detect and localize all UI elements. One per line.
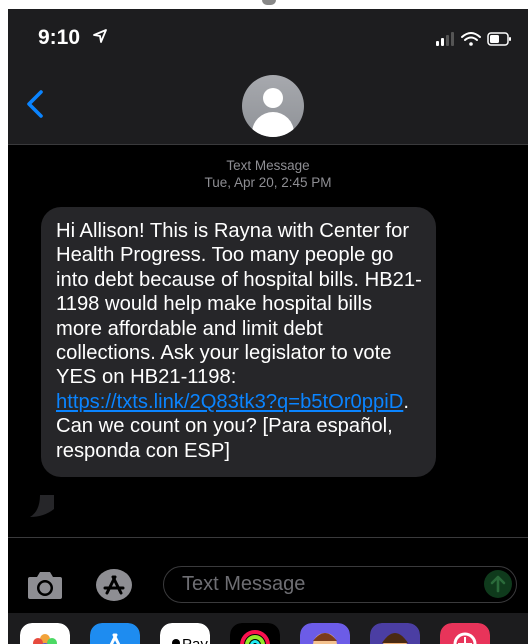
send-button[interactable] — [484, 570, 512, 598]
battery-icon — [487, 32, 511, 46]
bubble-tail — [30, 495, 54, 517]
applepay-icon[interactable]: Pay — [160, 623, 210, 644]
applepay-label: Pay — [182, 636, 208, 644]
message-text-part1: Hi Allison! This is Rayna with Center fo… — [56, 220, 422, 389]
memoji-icon-2[interactable] — [370, 623, 420, 644]
cellular-signal-icon — [436, 32, 454, 46]
message-link[interactable]: https://txts.link/2Q83tk3?q=b5tOr0ppiD — [56, 391, 403, 413]
status-time: 9:10 — [38, 26, 81, 49]
compose-divider — [8, 537, 528, 538]
service-label: Text Message — [226, 158, 310, 173]
camera-icon[interactable] — [26, 569, 64, 601]
message-timestamp: Tue, Apr 20, 2:45 PM — [204, 175, 332, 190]
back-chevron-icon[interactable] — [24, 89, 46, 119]
message-input[interactable]: Text Message — [163, 566, 517, 603]
message-input-placeholder: Text Message — [182, 573, 306, 595]
app-store-icon[interactable] — [94, 568, 134, 602]
memoji-icon[interactable] — [300, 623, 350, 644]
message-meta: Text Message Tue, Apr 20, 2:45 PM — [8, 157, 528, 191]
avatar-head — [263, 88, 283, 108]
appstore-icon[interactable] — [90, 623, 140, 644]
location-arrow-icon — [93, 29, 107, 43]
messages-screen: 9:10 Text Message Tue, Apr 20, 2:45 PM H… — [8, 9, 528, 644]
activity-icon[interactable] — [230, 623, 280, 644]
compose-bar: Text Message — [8, 549, 528, 605]
photos-icon[interactable] — [20, 623, 70, 644]
incoming-message-bubble[interactable]: Hi Allison! This is Rayna with Center fo… — [41, 207, 436, 478]
contact-avatar[interactable] — [242, 75, 304, 137]
imessage-app-drawer: Pay — [8, 613, 528, 644]
status-indicators — [436, 32, 511, 46]
header-divider — [8, 144, 528, 145]
search-images-icon[interactable] — [440, 623, 490, 644]
wifi-icon — [461, 32, 481, 46]
avatar-body — [252, 112, 294, 137]
conversation-header: 9:10 — [8, 9, 528, 144]
arrow-up-icon — [490, 575, 506, 593]
